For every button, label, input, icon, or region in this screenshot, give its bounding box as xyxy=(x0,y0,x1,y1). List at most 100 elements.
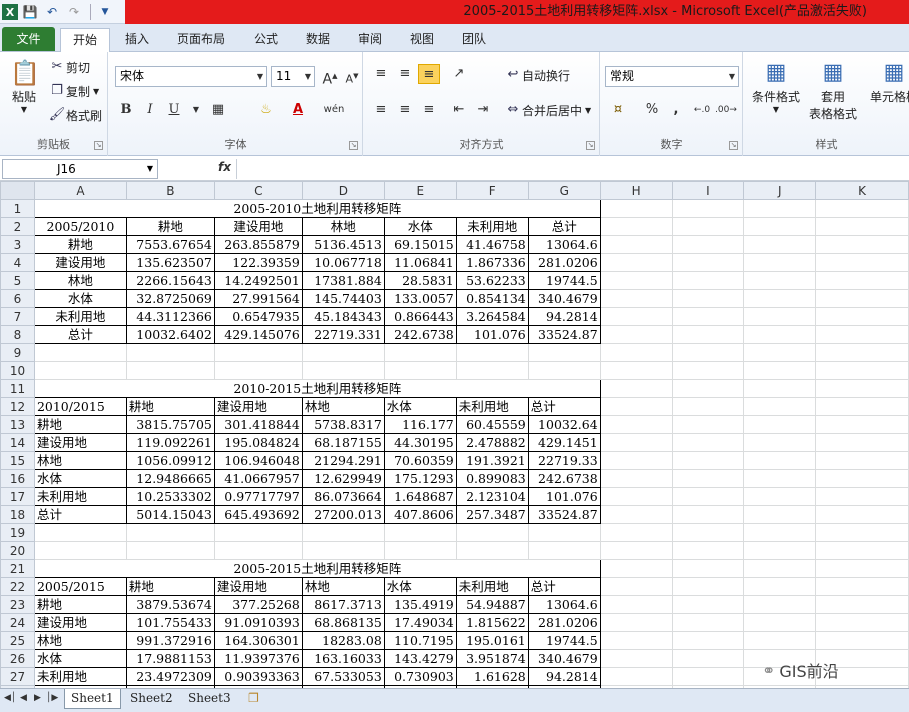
dialog-launcher-icon[interactable]: ↘ xyxy=(349,141,358,150)
format-as-table-button[interactable]: ▦ 套用 表格格式 xyxy=(804,58,862,122)
cell[interactable] xyxy=(671,487,745,506)
cell[interactable]: 耕地 xyxy=(33,595,127,614)
cell[interactable] xyxy=(599,649,673,668)
cell[interactable] xyxy=(671,559,745,578)
cell[interactable]: 281.0206 xyxy=(527,253,601,272)
cell[interactable] xyxy=(743,289,817,308)
cell[interactable]: 建设用地 xyxy=(33,253,127,272)
align-middle-icon[interactable]: ≡ xyxy=(394,64,416,84)
cell[interactable] xyxy=(815,325,909,344)
cell[interactable] xyxy=(383,361,457,380)
dialog-launcher-icon[interactable]: ↘ xyxy=(586,141,595,150)
cell[interactable]: 12.629949 xyxy=(301,469,385,488)
cell[interactable]: 13064.6 xyxy=(527,235,601,254)
italic-button[interactable]: I xyxy=(139,100,161,120)
tab-data[interactable]: 数据 xyxy=(296,28,340,52)
cell[interactable]: 水体 xyxy=(383,397,457,416)
row-header[interactable]: 9 xyxy=(0,343,35,362)
cell[interactable]: 11.9397376 xyxy=(213,649,303,668)
cell[interactable]: 23.4972309 xyxy=(125,667,215,686)
cell[interactable]: 10032.64 xyxy=(527,415,601,434)
orientation-icon[interactable]: ↗ xyxy=(448,64,470,84)
cell[interactable] xyxy=(671,379,745,398)
cell[interactable] xyxy=(301,343,385,362)
cell[interactable] xyxy=(301,541,385,560)
cell[interactable] xyxy=(815,469,909,488)
column-header[interactable]: K xyxy=(815,181,909,200)
cell[interactable]: 44.30195 xyxy=(383,433,457,452)
tab-home[interactable]: 开始 xyxy=(60,28,110,53)
shrink-font-button[interactable]: A▼ xyxy=(341,66,363,86)
cell[interactable]: 未利用地 xyxy=(33,487,127,506)
currency-icon[interactable]: ¤ xyxy=(607,100,629,120)
font-color-icon[interactable]: A xyxy=(287,100,309,120)
cell[interactable]: 68.187155 xyxy=(301,433,385,452)
cell[interactable] xyxy=(743,271,817,290)
cell[interactable] xyxy=(671,289,745,308)
cell[interactable] xyxy=(815,289,909,308)
column-header[interactable]: J xyxy=(743,181,817,200)
cell[interactable] xyxy=(743,433,817,452)
cell[interactable] xyxy=(743,469,817,488)
cell[interactable]: 1.648687 xyxy=(383,487,457,506)
row-header[interactable]: 3 xyxy=(0,235,35,254)
cell[interactable] xyxy=(599,289,673,308)
grow-font-button[interactable]: A▲ xyxy=(319,66,341,88)
cell[interactable] xyxy=(599,559,673,578)
row-header[interactable]: 19 xyxy=(0,523,35,542)
column-header[interactable]: H xyxy=(599,181,673,200)
row-header[interactable]: 21 xyxy=(0,559,35,578)
cell[interactable]: 41.0667957 xyxy=(213,469,303,488)
cell[interactable]: 0.899083 xyxy=(455,469,529,488)
cell[interactable] xyxy=(671,415,745,434)
cell[interactable]: 54.94887 xyxy=(455,595,529,614)
cell[interactable]: 106.946048 xyxy=(213,451,303,470)
cell[interactable] xyxy=(599,397,673,416)
cell[interactable]: 耕地 xyxy=(125,217,215,236)
cell[interactable]: 13064.6 xyxy=(527,595,601,614)
column-header[interactable]: D xyxy=(301,181,385,200)
align-center-icon[interactable]: ≡ xyxy=(394,100,416,120)
cell[interactable]: 101.755433 xyxy=(125,613,215,632)
cell[interactable] xyxy=(213,361,303,380)
cell[interactable] xyxy=(815,361,909,380)
cell[interactable]: 101.076 xyxy=(527,487,601,506)
cell[interactable] xyxy=(599,523,673,542)
cell[interactable]: 281.0206 xyxy=(527,613,601,632)
cell[interactable]: 19744.5 xyxy=(527,271,601,290)
cell[interactable]: 未利用地 xyxy=(455,397,529,416)
cell[interactable] xyxy=(671,217,745,236)
borders-icon[interactable]: ▦ xyxy=(207,100,229,120)
cell[interactable] xyxy=(743,631,817,650)
cut-button[interactable]: ✂ 剪切 xyxy=(48,58,90,76)
cell[interactable]: 耕地 xyxy=(33,415,127,434)
cell[interactable]: 22719.33 xyxy=(527,451,601,470)
cell[interactable] xyxy=(599,613,673,632)
cell[interactable]: 94.2814 xyxy=(527,667,601,686)
cell[interactable]: 119.092261 xyxy=(125,433,215,452)
cell[interactable] xyxy=(815,559,909,578)
cell[interactable] xyxy=(671,451,745,470)
copy-button[interactable]: ❐ 复制 ▼ xyxy=(48,82,99,100)
row-header[interactable]: 2 xyxy=(0,217,35,236)
cell[interactable]: 1056.09912 xyxy=(125,451,215,470)
cell[interactable]: 总计 xyxy=(33,505,127,524)
cell[interactable]: 14.2492501 xyxy=(213,271,303,290)
cell[interactable]: 94.2814 xyxy=(527,307,601,326)
sheet-tab-sheet3[interactable]: Sheet3 xyxy=(182,689,237,709)
cell[interactable]: 3879.53674 xyxy=(125,595,215,614)
cell[interactable]: 69.15015 xyxy=(383,235,457,254)
cell[interactable]: 林地 xyxy=(301,397,385,416)
cell[interactable]: 总计 xyxy=(33,325,127,344)
cell[interactable]: 110.7195 xyxy=(383,631,457,650)
row-header[interactable]: 25 xyxy=(0,631,35,650)
cell[interactable]: 86.073664 xyxy=(301,487,385,506)
row-header[interactable]: 6 xyxy=(0,289,35,308)
cell[interactable] xyxy=(527,541,601,560)
cell-styles-button[interactable]: ▦ 单元格样 xyxy=(864,58,909,105)
cell[interactable] xyxy=(671,343,745,362)
cell[interactable] xyxy=(33,361,127,380)
cell[interactable] xyxy=(599,667,673,686)
cell[interactable] xyxy=(455,361,529,380)
cell[interactable] xyxy=(599,343,673,362)
